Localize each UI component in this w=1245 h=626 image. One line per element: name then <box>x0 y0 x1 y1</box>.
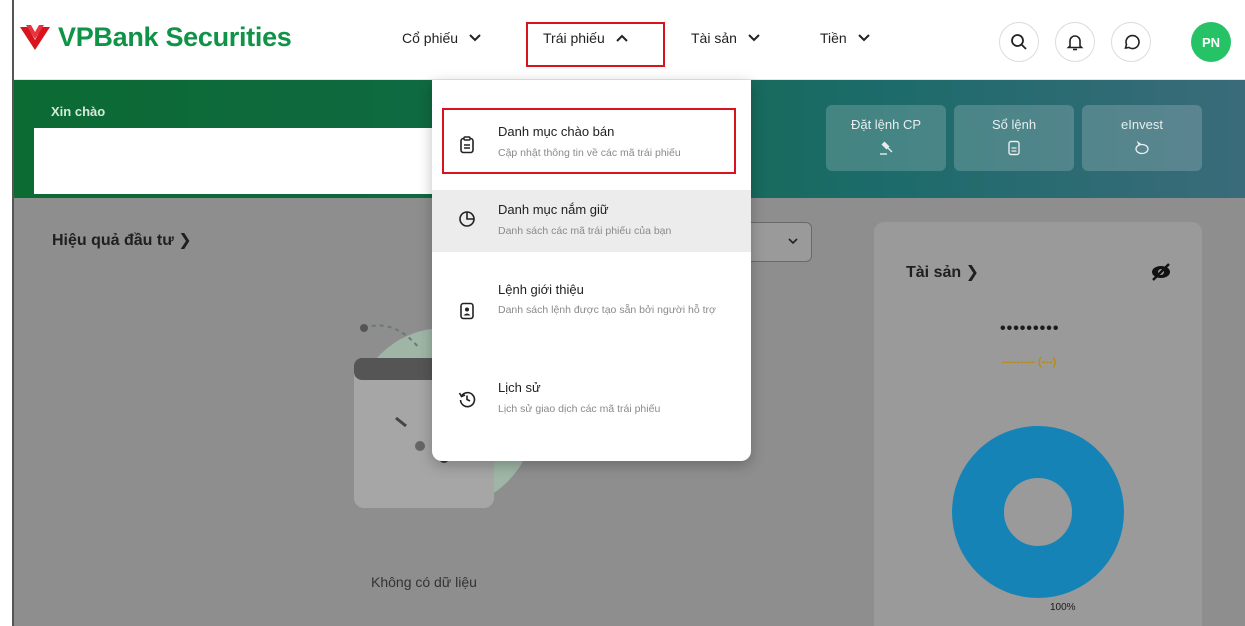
search-icon <box>1011 34 1027 50</box>
piggy-bank-icon <box>1135 140 1149 155</box>
notification-button[interactable] <box>1055 22 1095 62</box>
nav-label: Tiền <box>820 30 847 46</box>
history-icon <box>458 391 476 408</box>
search-button[interactable] <box>999 22 1039 62</box>
quick-action-so-lenh[interactable]: Sổ lệnh <box>954 105 1074 171</box>
chevron-right-icon: ❯ <box>965 264 979 281</box>
menu-item-title: Lệnh giới thiệu <box>498 282 584 297</box>
nav-label: Cổ phiếu <box>402 30 459 46</box>
performance-title: Hiệu quả đầu tư <box>52 232 174 249</box>
gavel-icon <box>880 141 893 155</box>
assets-card: Tài sản ❯ ••••••••• --------- (---) 100% <box>874 222 1202 626</box>
masked-change-value: --------- (---) <box>1002 356 1057 368</box>
assets-donut-chart <box>952 426 1124 598</box>
quick-action-dat-lenh[interactable]: Đặt lệnh CP <box>826 105 946 171</box>
donut-segment <box>952 426 1124 598</box>
vpbank-logo-icon <box>20 24 50 50</box>
menu-item-danh-muc-nam-giu[interactable]: Danh mục nắm giữ Danh sách các mã trái p… <box>432 190 751 252</box>
nav-label: Tài sản <box>691 30 737 46</box>
user-file-icon <box>460 302 474 320</box>
chevron-right-icon: ❯ <box>178 232 192 249</box>
menu-item-subtitle: Danh sách các mã trái phiếu của bạn <box>498 225 672 237</box>
greeting: Xin chào <box>51 104 106 119</box>
menu-item-title: Lịch sử <box>498 380 541 395</box>
percent-label: 100% <box>1050 602 1076 613</box>
nav-tien[interactable]: Tiền <box>820 30 871 46</box>
quick-action-label: eInvest <box>1121 117 1163 132</box>
trai-phieu-dropdown-menu: Danh mục chào bán Cập nhật thông tin về … <box>432 80 751 461</box>
quick-action-label: Sổ lệnh <box>991 117 1037 132</box>
menu-item-subtitle: Lịch sử giao dịch các mã trái phiếu <box>498 403 661 415</box>
masked-total-value: ••••••••• <box>1000 320 1060 337</box>
chevron-down-icon <box>858 34 870 42</box>
quick-action-label: Đặt lệnh CP <box>850 117 922 132</box>
menu-item-lenh-gioi-thieu[interactable]: Lệnh giới thiệu Danh sách lệnh được tạo … <box>432 276 751 356</box>
nav-tai-san[interactable]: Tài sản <box>691 30 761 46</box>
brand-logo[interactable]: VPBank Securities <box>18 22 292 53</box>
app-window: VPBank Securities Cổ phiếu Trái phiếu Tà… <box>12 0 1245 626</box>
chevron-down-icon <box>469 34 481 42</box>
nav-trai-phieu-highlight <box>526 22 665 67</box>
chat-icon <box>1124 34 1140 50</box>
chat-button[interactable] <box>1111 22 1151 62</box>
eye-off-icon[interactable] <box>1150 262 1172 282</box>
pie-chart-icon <box>459 211 475 227</box>
assets-title-link[interactable]: Tài sản ❯ <box>906 262 979 282</box>
document-icon <box>1008 140 1020 156</box>
menu-item-highlight <box>442 108 736 174</box>
chevron-down-icon <box>748 34 760 42</box>
performance-title-link[interactable]: Hiệu quả đầu tư ❯ <box>52 230 192 250</box>
menu-item-lich-su[interactable]: Lịch sử Lịch sử giao dịch các mã trái ph… <box>432 374 751 430</box>
menu-item-subtitle: Danh sách lệnh được tạo sẵn bởi người hỗ… <box>498 304 716 316</box>
chevron-down-icon <box>788 238 798 245</box>
menu-item-title: Danh mục nắm giữ <box>498 202 609 217</box>
avatar[interactable]: PN <box>1191 22 1231 62</box>
top-nav-bar: VPBank Securities Cổ phiếu Trái phiếu Tà… <box>14 0 1245 80</box>
quick-action-einvest[interactable]: eInvest <box>1082 105 1202 171</box>
brand-name: VPBank Securities <box>58 22 292 52</box>
bell-icon <box>1066 35 1084 51</box>
no-data-text: Không có dữ liệu <box>371 574 477 590</box>
nav-co-phieu[interactable]: Cổ phiếu <box>402 30 482 46</box>
assets-title: Tài sản <box>906 264 962 281</box>
user-name-redacted <box>34 128 444 194</box>
